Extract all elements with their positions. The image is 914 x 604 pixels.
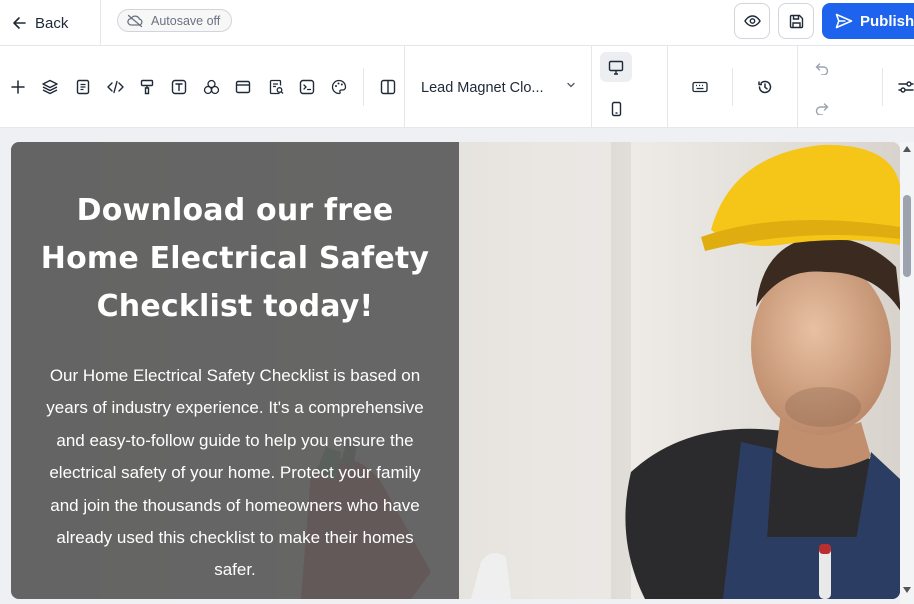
scroll-down-arrow[interactable] — [903, 587, 911, 593]
toolbar-divider — [732, 68, 733, 106]
add-element-button[interactable] — [8, 77, 28, 97]
hero-body-text[interactable]: Our Home Electrical Safety Checklist is … — [38, 360, 432, 587]
code-icon — [106, 80, 124, 94]
back-button[interactable]: Back — [0, 0, 101, 46]
custom-code-button[interactable] — [105, 77, 125, 97]
terminal-icon — [299, 79, 315, 95]
layers-icon — [42, 79, 58, 95]
redo-button[interactable] — [812, 98, 832, 118]
autosave-label: Autosave off — [151, 13, 221, 28]
autosave-toggle[interactable]: Autosave off — [117, 9, 233, 32]
canvas-scrollbar[interactable] — [900, 142, 914, 604]
publish-button[interactable]: Publish — [822, 3, 914, 39]
keyboard-shortcuts-button[interactable] — [690, 77, 710, 97]
layout-icon — [235, 80, 251, 94]
chevron-down-icon — [567, 82, 575, 88]
scripts-button[interactable] — [297, 77, 317, 97]
layout-button[interactable] — [233, 77, 253, 97]
toolbar-divider — [797, 46, 798, 128]
history-icon — [758, 80, 772, 94]
top-bar: Back Autosave off Publish — [0, 0, 914, 46]
toolbar-divider — [363, 68, 364, 106]
toolbar-divider — [591, 46, 592, 128]
arrow-left-icon — [13, 17, 26, 29]
columns-icon — [380, 79, 396, 95]
split-view-button[interactable] — [378, 77, 398, 97]
settings-button[interactable] — [896, 77, 914, 97]
toolbar-divider — [667, 46, 668, 128]
plus-icon — [11, 80, 25, 94]
preview-button[interactable] — [734, 3, 770, 39]
styles-button[interactable] — [137, 77, 157, 97]
scroll-thumb[interactable] — [903, 195, 911, 277]
history-button[interactable] — [755, 77, 775, 97]
mobile-view-button[interactable] — [600, 94, 632, 124]
toolbar-divider — [404, 46, 405, 128]
desktop-view-button[interactable] — [600, 52, 632, 82]
settings-sliders-icon — [898, 81, 914, 93]
undo-icon — [815, 62, 829, 75]
cloud-off-icon — [127, 14, 143, 27]
eye-icon — [743, 15, 761, 27]
editor-toolbar: Lead Magnet Clo... — [0, 46, 914, 128]
typography-button[interactable] — [169, 77, 189, 97]
pages-button[interactable] — [73, 77, 93, 97]
save-icon — [789, 14, 803, 28]
form-icon — [269, 79, 283, 95]
mobile-icon — [611, 101, 621, 117]
palette-icon — [331, 79, 347, 95]
save-button[interactable] — [778, 3, 814, 39]
text-icon — [171, 79, 187, 95]
page-canvas[interactable]: Download our free Home Electrical Safety… — [11, 142, 900, 599]
paint-roller-icon — [140, 79, 154, 95]
desktop-icon — [608, 60, 624, 75]
elements-button[interactable] — [201, 77, 221, 97]
undo-button[interactable] — [812, 58, 832, 78]
hero-text-panel[interactable]: Download our free Home Electrical Safety… — [11, 142, 459, 599]
forms-button[interactable] — [266, 77, 286, 97]
page-selector[interactable]: Lead Magnet Clo... — [421, 77, 576, 99]
page-selector-value: Lead Magnet Clo... — [421, 80, 544, 96]
layers-button[interactable] — [40, 77, 60, 97]
send-icon — [835, 13, 853, 29]
publish-label: Publish — [860, 12, 914, 30]
keyboard-icon — [692, 81, 708, 93]
redo-icon — [815, 102, 829, 115]
shapes-icon — [203, 79, 219, 95]
theme-button[interactable] — [329, 77, 349, 97]
scroll-up-arrow[interactable] — [903, 146, 911, 152]
hero-headline[interactable]: Download our free Home Electrical Safety… — [25, 187, 445, 331]
toolbar-divider — [882, 68, 883, 106]
back-label: Back — [35, 14, 69, 32]
page-icon — [76, 79, 90, 95]
